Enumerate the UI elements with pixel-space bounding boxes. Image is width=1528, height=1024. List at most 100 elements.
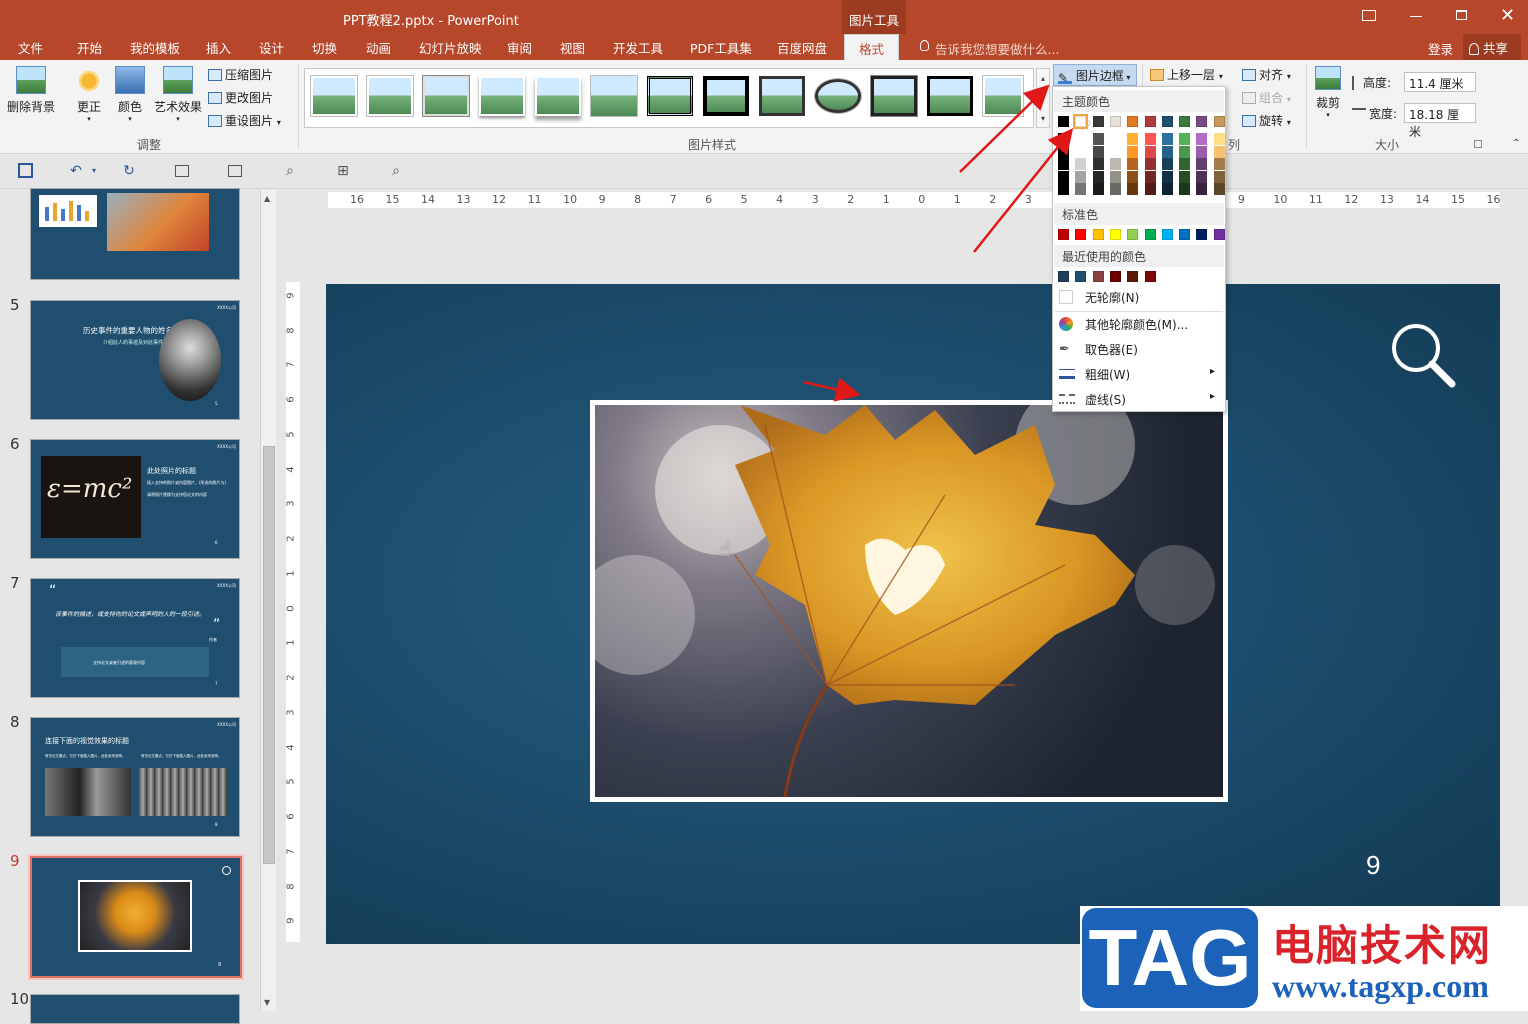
slide-thumbnail[interactable] <box>30 994 240 1024</box>
scroll-down-arrow[interactable]: ▼ <box>264 998 270 1007</box>
theme-shade-swatch[interactable] <box>1109 133 1121 145</box>
style-thumb[interactable] <box>871 76 917 116</box>
tab-animations[interactable]: 动画 <box>366 38 391 57</box>
size-dialog-launcher-icon[interactable] <box>1474 140 1482 148</box>
presenter-icon[interactable]: ⊞ <box>335 163 351 179</box>
tab-view[interactable]: 视图 <box>560 38 585 57</box>
style-thumb[interactable] <box>759 76 805 116</box>
theme-shade-swatch[interactable] <box>1196 170 1208 183</box>
reset-picture-button[interactable]: 重设图片 ▾ <box>208 112 281 129</box>
color-button[interactable]: 颜色 ▾ <box>114 66 146 123</box>
crop-button[interactable]: 裁剪 ▾ <box>1312 66 1344 119</box>
theme-shade-swatch[interactable] <box>1075 170 1087 183</box>
standard-color-swatch[interactable] <box>1109 229 1121 240</box>
scroll-up-arrow[interactable]: ▲ <box>264 194 270 203</box>
compress-pictures-button[interactable]: 压缩图片 <box>208 66 273 83</box>
theme-shade-swatch[interactable] <box>1179 145 1191 158</box>
tell-me-search[interactable]: 告诉我您想要做什么... <box>935 39 1059 58</box>
undo-dropdown-icon[interactable]: ▾ <box>86 163 102 179</box>
bring-forward-button[interactable]: 上移一层 ▾ <box>1150 66 1223 83</box>
theme-shade-swatch[interactable] <box>1144 133 1156 145</box>
theme-shade-swatch[interactable] <box>1109 183 1121 195</box>
theme-shade-swatch[interactable] <box>1127 170 1139 183</box>
artistic-effects-button[interactable]: 艺术效果 ▾ <box>152 66 204 123</box>
theme-shade-swatch[interactable] <box>1213 145 1225 158</box>
tab-design[interactable]: 设计 <box>259 38 284 57</box>
align-button[interactable]: 对齐 ▾ <box>1242 66 1291 83</box>
style-thumb[interactable] <box>983 76 1023 116</box>
textbox-icon[interactable] <box>228 165 242 177</box>
standard-color-swatch[interactable] <box>1179 229 1191 240</box>
theme-shade-swatch[interactable] <box>1092 183 1104 195</box>
eyedropper-item[interactable]: ✒ 取色器(E) <box>1053 337 1225 361</box>
undo-icon[interactable]: ↶ <box>68 163 84 179</box>
theme-shade-swatch[interactable] <box>1092 170 1104 183</box>
slide-thumbnail[interactable]: 历史事件的重要人物的姓名 介绍此人的事迹及对此事件的影响。 XXXX公司 5 <box>30 300 240 420</box>
theme-shade-swatch[interactable] <box>1092 158 1104 170</box>
recent-color-swatch[interactable] <box>1058 271 1069 282</box>
theme-shade-swatch[interactable] <box>1161 145 1173 158</box>
slide-thumbnail-selected[interactable]: 9 <box>30 856 242 978</box>
recent-color-swatch[interactable] <box>1144 271 1156 282</box>
style-thumb[interactable] <box>535 76 581 116</box>
theme-color-swatch[interactable] <box>1161 116 1173 127</box>
theme-shade-swatch[interactable] <box>1213 170 1225 183</box>
standard-color-swatch[interactable] <box>1092 229 1104 240</box>
corrections-button[interactable]: 更正 ▾ <box>72 66 106 123</box>
style-thumb[interactable] <box>591 76 637 116</box>
preview-icon[interactable]: ⌕ <box>388 163 404 179</box>
theme-shade-swatch[interactable] <box>1058 145 1069 158</box>
theme-color-swatch[interactable] <box>1058 116 1069 127</box>
theme-color-swatch[interactable] <box>1109 116 1121 127</box>
tab-slideshow[interactable]: 幻灯片放映 <box>419 38 482 57</box>
standard-color-swatch[interactable] <box>1144 229 1156 240</box>
dashes-item[interactable]: 虚线(S) ▸ <box>1053 387 1225 411</box>
theme-shade-swatch[interactable] <box>1179 158 1191 170</box>
redo-icon[interactable]: ↻ <box>121 163 137 179</box>
recent-color-swatch[interactable] <box>1075 271 1087 282</box>
theme-shade-swatch[interactable] <box>1092 133 1104 145</box>
theme-shade-swatch[interactable] <box>1127 145 1139 158</box>
slide-thumbnail[interactable] <box>30 188 240 280</box>
theme-shade-swatch[interactable] <box>1058 133 1069 145</box>
save-icon[interactable] <box>18 163 33 178</box>
style-thumb[interactable] <box>423 76 469 116</box>
standard-color-swatch[interactable] <box>1161 229 1173 240</box>
signin-link[interactable]: 登录 <box>1428 39 1453 58</box>
scroll-thumb[interactable] <box>263 446 275 864</box>
present-icon[interactable]: ⌕ <box>282 163 298 179</box>
theme-shade-swatch[interactable] <box>1213 133 1225 145</box>
thumbnail-scrollbar[interactable]: ▲ ▼ <box>260 190 276 1011</box>
tab-developer[interactable]: 开发工具 <box>613 38 663 57</box>
rotate-button[interactable]: 旋转 ▾ <box>1242 112 1291 129</box>
theme-shade-swatch[interactable] <box>1196 183 1208 195</box>
share-button[interactable]: 共享 <box>1463 34 1521 60</box>
standard-color-swatch[interactable] <box>1127 229 1139 240</box>
gallery-more-button[interactable]: ▴ ▾ ▾ <box>1036 68 1050 128</box>
theme-color-swatch[interactable] <box>1092 116 1104 127</box>
theme-shade-swatch[interactable] <box>1161 170 1173 183</box>
slide-thumbnail[interactable]: 连接下面的视觉效果的标题 有关论文要点，它在下面插入图片，此处用来说明， 有关论… <box>30 717 240 837</box>
recent-color-swatch[interactable] <box>1127 271 1139 282</box>
ribbon-display-options-icon[interactable] <box>1362 10 1376 21</box>
theme-shade-swatch[interactable] <box>1127 133 1139 145</box>
theme-shade-swatch[interactable] <box>1109 145 1121 158</box>
collapse-ribbon-icon[interactable]: ⌃ <box>1512 138 1520 149</box>
theme-shade-swatch[interactable] <box>1196 133 1208 145</box>
theme-shade-swatch[interactable] <box>1075 145 1087 158</box>
maximize-button[interactable] <box>1456 10 1467 20</box>
theme-shade-swatch[interactable] <box>1109 170 1121 183</box>
style-thumb[interactable] <box>927 76 973 116</box>
standard-color-swatch[interactable] <box>1058 229 1069 240</box>
theme-shade-swatch[interactable] <box>1179 183 1191 195</box>
theme-shade-swatch[interactable] <box>1058 170 1069 183</box>
theme-color-swatch[interactable] <box>1213 116 1225 127</box>
style-thumb[interactable] <box>647 76 693 116</box>
theme-shade-swatch[interactable] <box>1058 158 1069 170</box>
theme-color-swatch[interactable] <box>1144 116 1156 127</box>
weight-item[interactable]: 粗细(W) ▸ <box>1053 362 1225 386</box>
theme-shade-swatch[interactable] <box>1075 158 1087 170</box>
standard-color-swatch[interactable] <box>1196 229 1208 240</box>
height-input[interactable]: 11.4 厘米 <box>1404 72 1476 92</box>
minimize-button[interactable] <box>1410 16 1422 17</box>
